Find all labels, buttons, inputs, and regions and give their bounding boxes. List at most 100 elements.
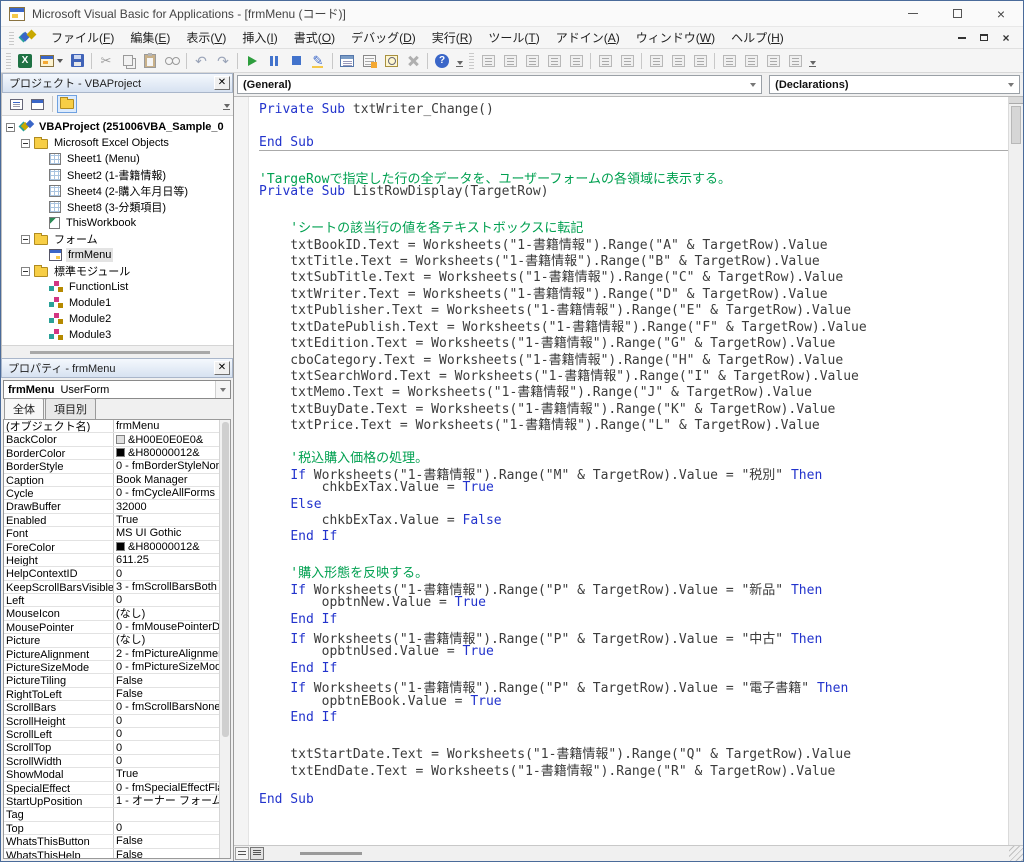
prop-value[interactable] <box>114 808 219 820</box>
code-line-9[interactable]: txtBookID.Text = Worksheets("1-書籍情報").Ra… <box>259 234 1008 250</box>
minimize-button[interactable] <box>891 1 935 26</box>
prop-row-[interactable]: (オブジェクト名)frmMenu <box>4 420 219 433</box>
menu-h[interactable]: ヘルプ(H) <box>723 26 792 49</box>
code-line-23[interactable]: If Worksheets("1-書籍情報").Range("M" & Targ… <box>259 464 1008 480</box>
prop-row-Top[interactable]: Top0 <box>4 822 219 835</box>
full-module-view-button[interactable] <box>250 847 264 860</box>
code-vertical-scrollbar[interactable] <box>1008 97 1023 845</box>
code-line-33[interactable]: If Worksheets("1-書籍情報").Range("P" & Targ… <box>259 628 1008 644</box>
prop-value[interactable]: False <box>114 674 219 686</box>
prop-value[interactable]: 0 <box>114 567 219 579</box>
code-line-2[interactable] <box>259 118 1008 134</box>
menu-o[interactable]: 書式(O) <box>286 26 343 49</box>
properties-window-button[interactable] <box>358 51 380 71</box>
design-mode-button[interactable] <box>307 51 329 71</box>
prop-value[interactable]: 0 - fmPictureSizeModeClip <box>114 661 219 673</box>
project-toolbar-overflow-button[interactable] <box>222 95 231 113</box>
code-line-41[interactable]: txtEndDate.Text = Worksheets("1-書籍情報").R… <box>259 760 1008 776</box>
prop-row-ScrollTop[interactable]: ScrollTop0 <box>4 741 219 754</box>
code-line-20[interactable]: txtPrice.Text = Worksheets("1-書籍情報").Ran… <box>259 414 1008 430</box>
tree-item-thisworkbook[interactable]: ThisWorkbook <box>2 215 233 231</box>
prop-value[interactable]: 3 - fmScrollBarsBoth <box>114 581 219 593</box>
tab-categorized[interactable]: 項目別 <box>45 398 96 419</box>
prop-value[interactable]: &H00E0E0E0& <box>114 433 219 445</box>
prop-row-ScrollWidth[interactable]: ScrollWidth0 <box>4 755 219 768</box>
properties-panel-close-button[interactable]: ✕ <box>214 361 230 375</box>
maximize-button[interactable] <box>935 1 979 26</box>
collapse-expander[interactable] <box>21 235 30 244</box>
run-button[interactable] <box>241 51 263 71</box>
code-line-28[interactable] <box>259 546 1008 562</box>
margin-indicator-bar[interactable] <box>234 97 249 845</box>
code-line-43[interactable]: End Sub <box>259 792 1008 808</box>
tree-item-vbaproject-251006vba-sample-0[interactable]: VBAProject (251006VBA_Sample_0 <box>2 119 233 135</box>
break-button[interactable] <box>263 51 285 71</box>
prop-row-Enabled[interactable]: EnabledTrue <box>4 514 219 527</box>
prop-row-ForeColor[interactable]: ForeColor&H80000012& <box>4 541 219 554</box>
code-line-16[interactable]: cboCategory.Text = Worksheets("1-書籍情報").… <box>259 349 1008 365</box>
prop-row-Picture[interactable]: Picture(なし) <box>4 634 219 647</box>
prop-value[interactable]: False <box>114 835 219 847</box>
tree-item-microsoft-excel-objects[interactable]: Microsoft Excel Objects <box>2 135 233 151</box>
prop-row-ScrollHeight[interactable]: ScrollHeight0 <box>4 715 219 728</box>
code-line-27[interactable]: End If <box>259 529 1008 545</box>
prop-value[interactable]: 2 - fmPictureAlignmentCenter <box>114 648 219 660</box>
prop-row-MouseIcon[interactable]: MouseIcon(なし) <box>4 607 219 620</box>
code-line-13[interactable]: txtPublisher.Text = Worksheets("1-書籍情報")… <box>259 299 1008 315</box>
prop-value[interactable]: 0 - fmSpecialEffectFlat <box>114 782 219 794</box>
prop-row-WhatsThisHelp[interactable]: WhatsThisHelpFalse <box>4 849 219 859</box>
toolbar-overflow-button[interactable] <box>455 52 464 70</box>
project-horizontal-scrollbar[interactable] <box>2 345 233 358</box>
prop-row-StartUpPosition[interactable]: StartUpPosition1 - オーナー フォームの中央 <box>4 795 219 808</box>
mdi-minimize-button[interactable] <box>951 30 973 46</box>
prop-row-Font[interactable]: FontMS UI Gothic <box>4 527 219 540</box>
prop-row-Tag[interactable]: Tag <box>4 808 219 821</box>
prop-row-PictureAlignment[interactable]: PictureAlignment2 - fmPictureAlignmentCe… <box>4 648 219 661</box>
split-handle[interactable] <box>1009 97 1023 104</box>
view-microsoft-excel-button[interactable] <box>14 51 36 71</box>
code-line-18[interactable]: txtMemo.Text = Worksheets("1-書籍情報").Rang… <box>259 381 1008 397</box>
code-line-26[interactable]: chkbExTax.Value = False <box>259 513 1008 529</box>
prop-row-SpecialEffect[interactable]: SpecialEffect0 - fmSpecialEffectFlat <box>4 782 219 795</box>
prop-value[interactable]: &H80000012& <box>114 541 219 553</box>
prop-row-PictureTiling[interactable]: PictureTilingFalse <box>4 674 219 687</box>
prop-row-BackColor[interactable]: BackColor&H00E0E0E0& <box>4 433 219 446</box>
procedure-view-button[interactable] <box>235 847 249 860</box>
prop-value[interactable]: Book Manager <box>114 474 219 486</box>
prop-value[interactable]: 0 - fmBorderStyleNone <box>114 460 219 472</box>
prop-value[interactable]: 0 <box>114 741 219 753</box>
procedure-dropdown[interactable]: (Declarations) <box>769 75 1020 94</box>
code-line-35[interactable]: End If <box>259 661 1008 677</box>
prop-value[interactable]: False <box>114 688 219 700</box>
object-selector-dropdown[interactable]: frmMenu UserForm <box>3 380 231 399</box>
code-line-15[interactable]: txtEdition.Text = Worksheets("1-書籍情報").R… <box>259 332 1008 348</box>
toggle-folders-button[interactable] <box>57 95 77 113</box>
prop-value[interactable]: &H80000012& <box>114 447 219 459</box>
prop-value[interactable]: True <box>114 768 219 780</box>
code-line-3[interactable]: End Sub <box>259 135 1008 151</box>
edit-toolbar-grip[interactable] <box>469 53 474 69</box>
object-browser-button[interactable] <box>380 51 402 71</box>
code-line-1[interactable]: Private Sub txtWriter_Change() <box>259 102 1008 118</box>
properties-vertical-scrollbar[interactable] <box>219 420 230 858</box>
tree-item-[interactable]: 標準モジュール <box>2 263 233 279</box>
mdi-close-button[interactable]: × <box>995 30 1017 46</box>
tree-item-sheet1-menu[interactable]: Sheet1 (Menu) <box>2 151 233 167</box>
menu-t[interactable]: ツール(T) <box>480 26 547 49</box>
prop-value[interactable]: 0 <box>114 822 219 834</box>
prop-value[interactable]: 1 - オーナー フォームの中央 <box>114 795 219 807</box>
project-explorer-button[interactable] <box>336 51 358 71</box>
code-line-22[interactable]: '税込購入価格の処理。 <box>259 447 1008 463</box>
menu-e[interactable]: 編集(E) <box>122 26 178 49</box>
prop-row-ScrollBars[interactable]: ScrollBars0 - fmScrollBarsNone <box>4 701 219 714</box>
code-line-4[interactable] <box>259 151 1008 167</box>
menu-grip[interactable] <box>9 31 14 45</box>
prop-row-MousePointer[interactable]: MousePointer0 - fmMousePointerDefault <box>4 621 219 634</box>
menu-r[interactable]: 実行(R) <box>424 26 481 49</box>
reset-button[interactable] <box>285 51 307 71</box>
prop-value[interactable]: (なし) <box>114 634 219 646</box>
prop-value[interactable]: True <box>114 514 219 526</box>
tree-item-module3[interactable]: Module3 <box>2 327 233 343</box>
prop-value[interactable]: frmMenu <box>114 420 219 432</box>
prop-row-RightToLeft[interactable]: RightToLeftFalse <box>4 688 219 701</box>
